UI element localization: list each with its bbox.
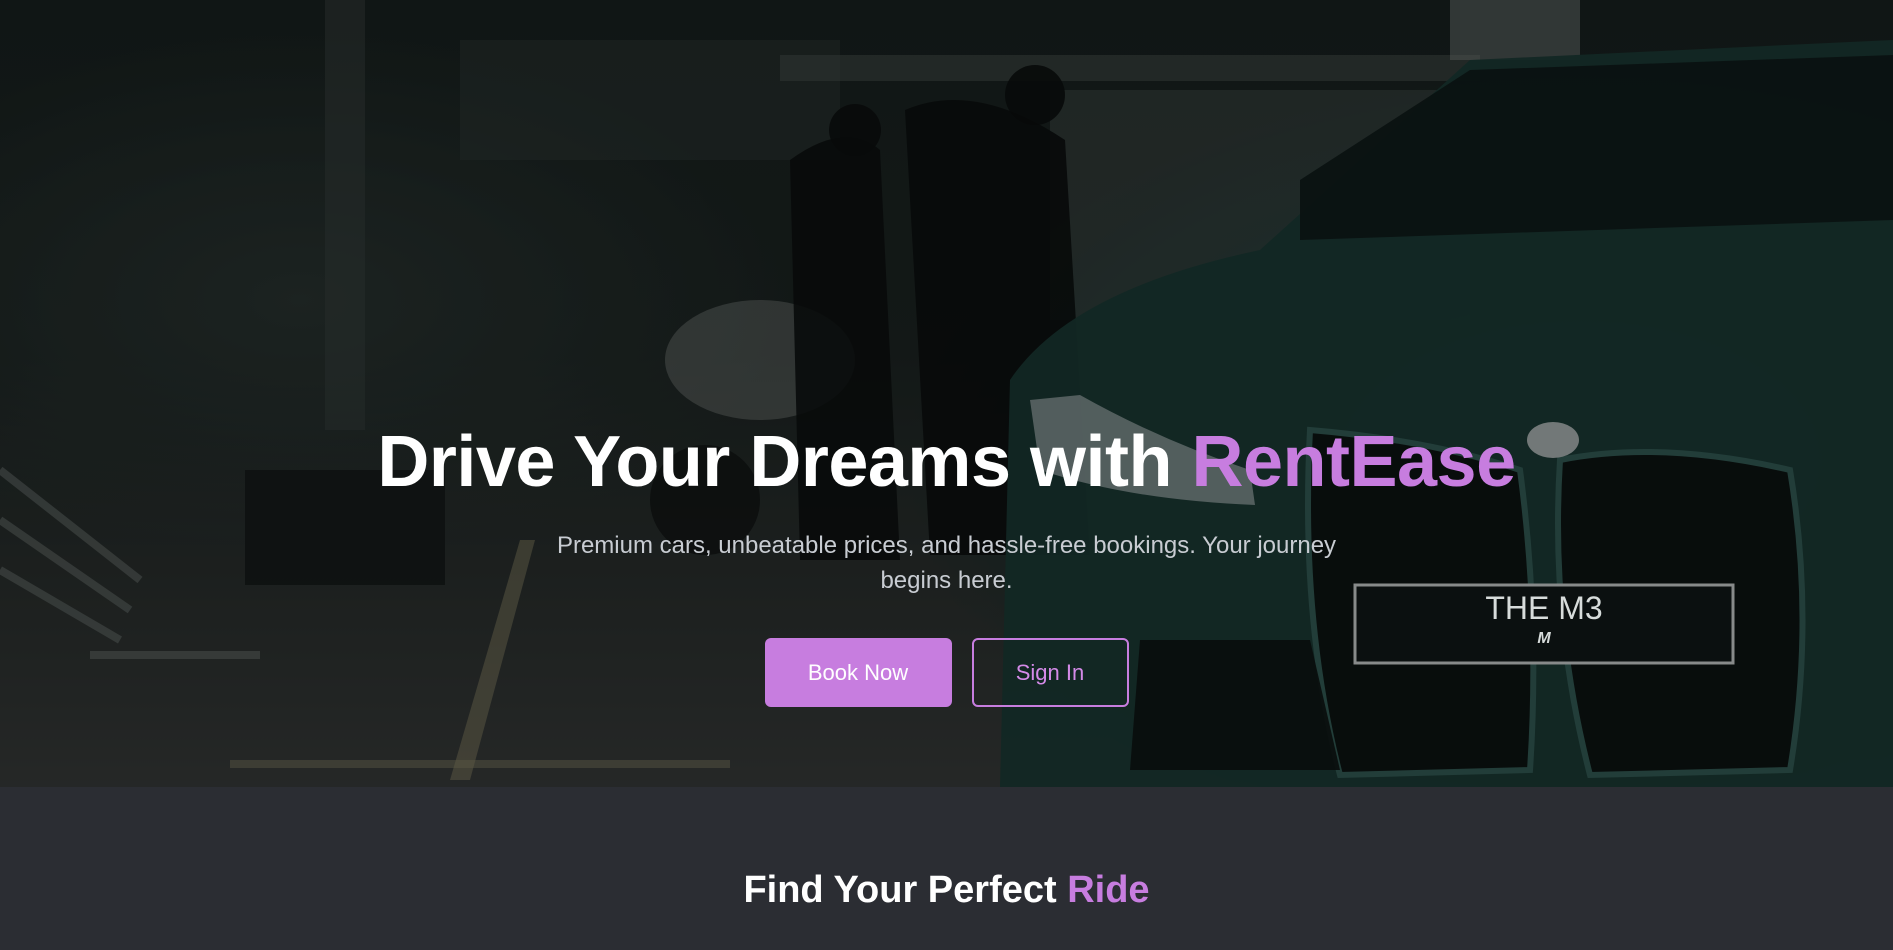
find-ride-section: Find Your Perfect Ride — [0, 787, 1893, 950]
book-now-button[interactable]: Book Now — [764, 638, 952, 707]
hero-actions: Book Now Sign In — [0, 638, 1893, 707]
hero-content: THE M3 M Drive Your Dreams with RentEase… — [0, 0, 1893, 787]
hero-section: THE M3 M Drive Your Dreams with RentEase… — [0, 0, 1893, 787]
section-title-main: Find Your Perfect — [743, 869, 1068, 911]
hero-subtitle: Premium cars, unbeatable prices, and has… — [556, 532, 1337, 594]
sign-in-button[interactable]: Sign In — [971, 638, 1129, 707]
hero-title: Drive Your Dreams with RentEase — [0, 420, 1893, 504]
hero-title-brand: RentEase — [1191, 422, 1516, 502]
license-plate-text: THE M3 — [1485, 590, 1603, 626]
section-title-accent: Ride — [1067, 869, 1150, 911]
hero-title-main: Drive Your Dreams with — [377, 422, 1192, 502]
section-title: Find Your Perfect Ride — [0, 865, 1893, 915]
